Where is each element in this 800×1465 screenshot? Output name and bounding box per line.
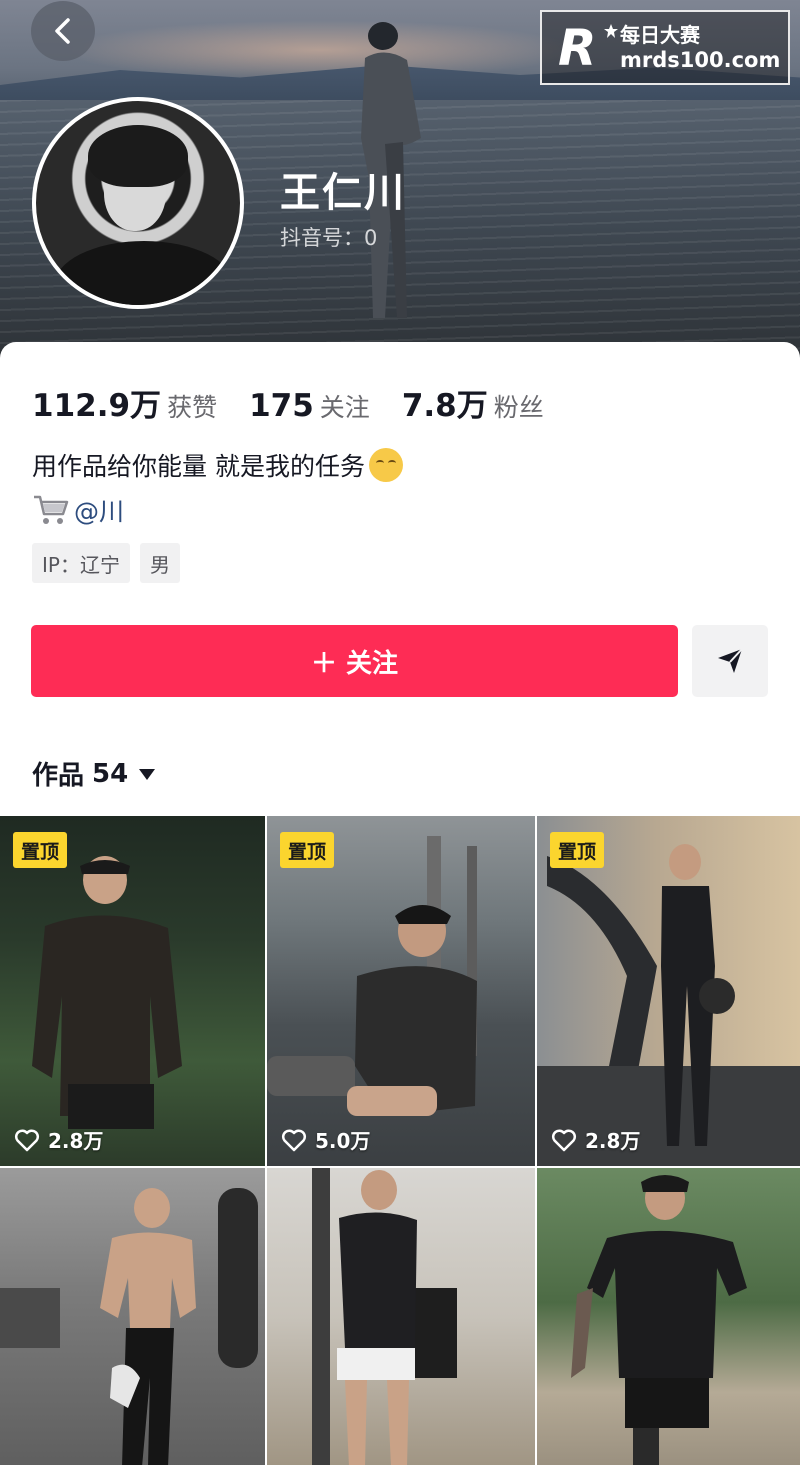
stat-followers-value: 7.8万 [401,388,488,424]
paper-plane-icon [718,648,743,673]
stat-likes-label: 获赞 [167,393,218,422]
video-person-figure [0,1188,258,1465]
stat-following-value: 175 [249,388,314,424]
heart-outline-icon [281,1128,307,1151]
video-likes: 2.8万 [14,1125,103,1154]
pinned-badge: 置顶 [280,832,335,868]
video-likes: 5.0万 [281,1125,370,1154]
profile-stats: 112.9万 获赞 175 关注 7.8万 粉丝 [32,380,576,425]
stat-following[interactable]: 175 关注 [249,388,370,424]
video-person-figure [312,1168,457,1465]
video-thumbnail[interactable]: 置顶 2.8万 [537,816,800,1166]
stat-likes[interactable]: 112.9万 获赞 [32,380,217,425]
heart-outline-icon [551,1128,577,1151]
video-person-figure [267,836,477,1116]
video-person-figure [32,856,182,1129]
video-likes-count: 5.0万 [315,1129,371,1153]
video-thumbnail[interactable]: 置顶 2.8万 [0,816,265,1166]
shop-link[interactable]: @川 [32,492,124,528]
stat-followers-label: 粉丝 [493,393,544,422]
back-button[interactable] [31,1,95,61]
avatar-hair [88,125,188,187]
star-icon [604,24,618,38]
video-thumbnail[interactable]: 置顶 5.0万 [267,816,535,1166]
shop-handle: @川 [74,497,125,526]
video-likes-count: 2.8万 [48,1129,104,1153]
works-count: 54 [92,758,129,789]
caret-down-icon [139,768,156,780]
profile-bio: 用作品给你能量 就是我的任务 [32,447,403,483]
watermark-badge: R 每日大赛 mrds100.com [540,10,790,85]
watermark-url: mrds100.com [620,47,781,72]
works-tab-label: 作品 [32,761,85,791]
ip-location-tag: IP：辽宁 [32,543,130,583]
heart-outline-icon [14,1128,40,1151]
video-person-figure [571,1175,747,1465]
douyin-id: 抖音号：0 [280,226,378,250]
video-likes: 2.8万 [551,1125,640,1154]
works-tab[interactable]: 作品 54 [32,755,156,792]
avatar[interactable] [32,97,244,309]
watermark-chinese-text: 每日大赛 [620,22,700,47]
smiling-face-emoji-icon [368,448,403,482]
video-thumbnail[interactable] [0,1168,265,1465]
profile-username: 王仁川 [280,170,406,216]
pinned-badge: 置顶 [550,832,605,868]
avatar-body [54,241,234,305]
video-thumbnail[interactable] [537,1168,800,1465]
stat-followers[interactable]: 7.8万 粉丝 [402,380,544,425]
bio-text: 用作品给你能量 就是我的任务 [32,452,365,481]
video-thumbnail[interactable] [267,1168,535,1465]
video-likes-count: 2.8万 [585,1129,641,1153]
shopping-cart-icon [34,495,69,524]
chevron-left-icon [55,18,70,44]
pinned-badge: 置顶 [13,832,68,868]
profile-tags: IP：辽宁 男 [32,543,190,583]
follow-button[interactable]: ＋ 关注 [31,625,678,697]
video-grid: 置顶 2.8万 置顶 5.0万 置顶 2.8万 [0,816,800,1465]
stat-likes-value: 112.9万 [32,388,162,424]
share-button[interactable] [692,625,768,697]
stat-following-label: 关注 [319,393,370,422]
gender-tag: 男 [139,543,180,583]
video-person-figure [537,844,800,1166]
